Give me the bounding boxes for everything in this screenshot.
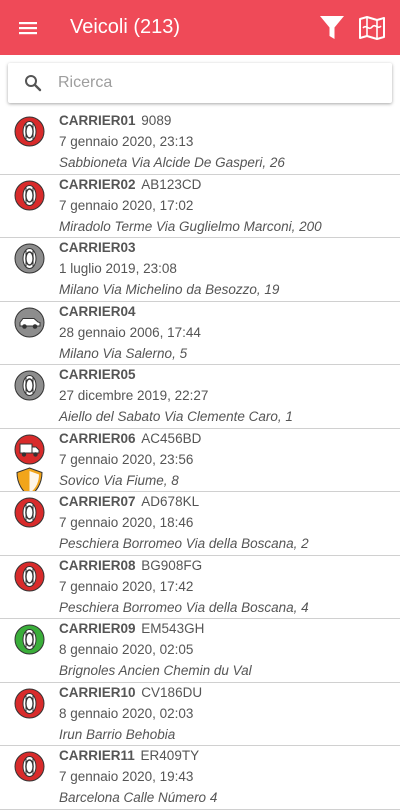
vehicle-list-item[interactable]: CARRIER03 1 luglio 2019, 23:08 Milano Via…: [0, 238, 400, 302]
vehicle-name: CARRIER08: [59, 557, 136, 573]
hamburger-menu-icon[interactable]: [0, 0, 56, 55]
vehicle-name: CARRIER03: [59, 240, 136, 255]
vehicle-address: Aiello del Sabato Via Clemente Caro, 1: [59, 409, 293, 424]
search-bar: [8, 63, 392, 103]
vehicle-name: CARRIER01: [59, 113, 136, 128]
vehicle-list-item[interactable]: CARRIER07 AD678KL 7 gennaio 2020, 18:46 Pe…: [0, 492, 400, 556]
tire-icon: [14, 243, 45, 274]
tire-icon: [14, 370, 45, 401]
vehicle-plate: 9089: [141, 113, 172, 128]
tire-icon: [14, 624, 45, 655]
vehicle-address: Brignoles Ancien Chemin du Val: [59, 663, 252, 678]
vehicle-name: CARRIER11: [59, 748, 135, 763]
truck-icon: [14, 434, 45, 465]
vehicle-plate: BG908FG: [141, 557, 203, 573]
vehicle-address: Barcelona Calle Número 4: [59, 790, 218, 805]
app-bar: Veicoli (213): [0, 0, 400, 55]
vehicle-address: Sabbioneta Via Alcide De Gasperi, 26: [59, 155, 285, 170]
vehicle-list-item[interactable]: CARRIER05 27 dicembre 2019, 22:27 Aiello …: [0, 365, 400, 429]
vehicle-name: CARRIER02: [59, 176, 136, 192]
vehicle-list-item[interactable]: CARRIER08 BG908FG 7 gennaio 2020, 17:42 Pe…: [0, 556, 400, 619]
vehicle-plate: EM543GH: [141, 621, 205, 636]
vehicle-name: CARRIER09: [59, 621, 136, 636]
vehicle-address: Milano Via Michelino da Besozzo, 19: [59, 282, 280, 297]
vehicle-address: Peschiera Borromeo Via della Boscana, 2: [59, 536, 309, 551]
shield-icon: [14, 466, 45, 492]
vehicle-address: Irun Barrio Behobia: [59, 726, 176, 742]
vehicle-datetime: 7 gennaio 2020, 23:56: [59, 451, 194, 467]
search-icon: [8, 74, 58, 92]
vehicle-list-item[interactable]: CARRIER01 9089 7 gennaio 2020, 23:13 Sabbi…: [0, 111, 400, 175]
vehicle-list-item[interactable]: CARRIER02 AB123CD 7 gennaio 2020, 17:02 Mi…: [0, 175, 400, 238]
vehicle-list-item[interactable]: CARRIER10 CV186DU 8 gennaio 2020, 02:03 Ir…: [0, 683, 400, 746]
filter-funnel-icon[interactable]: [312, 0, 352, 55]
tire-icon: [14, 180, 45, 211]
vehicle-datetime: 7 gennaio 2020, 17:42: [59, 578, 194, 594]
search-input[interactable]: [58, 64, 392, 102]
vehicle-plate: AD678KL: [141, 494, 200, 509]
vehicle-address: Milano Via Salerno, 5: [59, 345, 188, 361]
vehicle-datetime: 8 gennaio 2020, 02:03: [59, 705, 194, 721]
tire-icon: [14, 688, 45, 719]
vehicle-name: CARRIER07: [59, 494, 136, 509]
vehicle-datetime: 27 dicembre 2019, 22:27: [59, 388, 209, 403]
tire-icon: [14, 116, 45, 147]
vehicle-datetime: 7 gennaio 2020, 23:13: [59, 134, 194, 149]
vehicle-plate: CV186DU: [141, 684, 203, 700]
vehicle-name: CARRIER06: [59, 430, 136, 446]
vehicle-datetime: 7 gennaio 2020, 17:02: [59, 197, 194, 213]
vehicle-plate: ER409TY: [140, 748, 200, 763]
vehicle-list-item[interactable]: CARRIER06 AC456BD 7 gennaio 2020, 23:56 So…: [0, 429, 400, 492]
vehicle-datetime: 7 gennaio 2020, 18:46: [59, 515, 194, 530]
vehicle-list-item[interactable]: CARRIER04 28 gennaio 2006, 17:44 Milano V…: [0, 302, 400, 365]
vehicle-address: Miradolo Terme Via Guglielmo Marconi, 20…: [59, 218, 322, 234]
vehicle-address: Sovico Via Fiume, 8: [59, 472, 179, 488]
vehicle-datetime: 7 gennaio 2020, 19:43: [59, 769, 194, 784]
vehicle-name: CARRIER05: [59, 367, 136, 382]
vehicle-datetime: 8 gennaio 2020, 02:05: [59, 642, 194, 657]
page-title: Veicoli (213): [70, 16, 181, 38]
tire-icon: [14, 561, 45, 592]
vehicle-list-item[interactable]: CARRIER09 EM543GH 8 gennaio 2020, 02:05 Br…: [0, 619, 400, 683]
tire-icon: [14, 497, 45, 528]
vehicle-name: CARRIER10: [59, 684, 136, 700]
vehicle-list: CARRIER01 9089 7 gennaio 2020, 23:13 Sabbi…: [0, 111, 400, 810]
vehicle-address: Peschiera Borromeo Via della Boscana, 4: [59, 599, 309, 615]
vehicle-plate: AB123CD: [141, 176, 202, 192]
tire-icon: [14, 751, 45, 782]
car-icon: [14, 307, 45, 338]
vehicle-datetime: 28 gennaio 2006, 17:44: [59, 324, 201, 340]
vehicle-datetime: 1 luglio 2019, 23:08: [59, 261, 177, 276]
vehicle-name: CARRIER04: [59, 303, 136, 319]
folded-map-icon[interactable]: [352, 0, 392, 55]
vehicle-plate: AC456BD: [141, 430, 202, 446]
